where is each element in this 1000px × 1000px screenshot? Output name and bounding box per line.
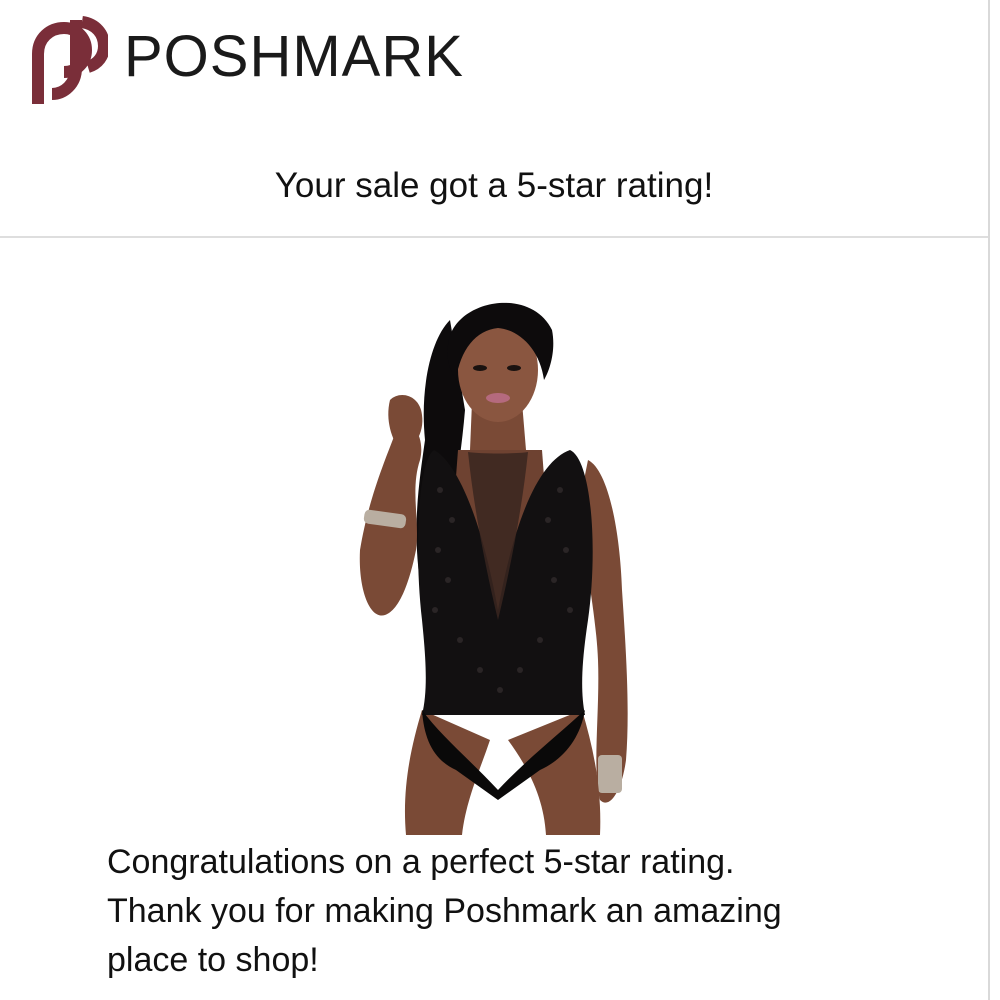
email-page: POSHMARK Your sale got a 5-star rating! <box>0 0 1000 1000</box>
poshmark-wordmark[interactable]: POSHMARK <box>124 24 464 90</box>
header-divider <box>0 236 988 238</box>
message-line: place to shop! <box>107 941 319 979</box>
poshmark-logo-icon[interactable] <box>24 14 108 106</box>
scroll-edge-divider <box>988 0 990 1000</box>
email-header: POSHMARK <box>0 0 988 120</box>
rating-message: Congratulations on a perfect 5-star rati… <box>107 838 967 985</box>
product-photo-image[interactable] <box>330 290 670 835</box>
message-line: Thank you for making Poshmark an amazing <box>107 892 782 930</box>
message-line: Congratulations on a perfect 5-star rati… <box>107 843 735 881</box>
email-headline: Your sale got a 5-star rating! <box>274 166 714 205</box>
